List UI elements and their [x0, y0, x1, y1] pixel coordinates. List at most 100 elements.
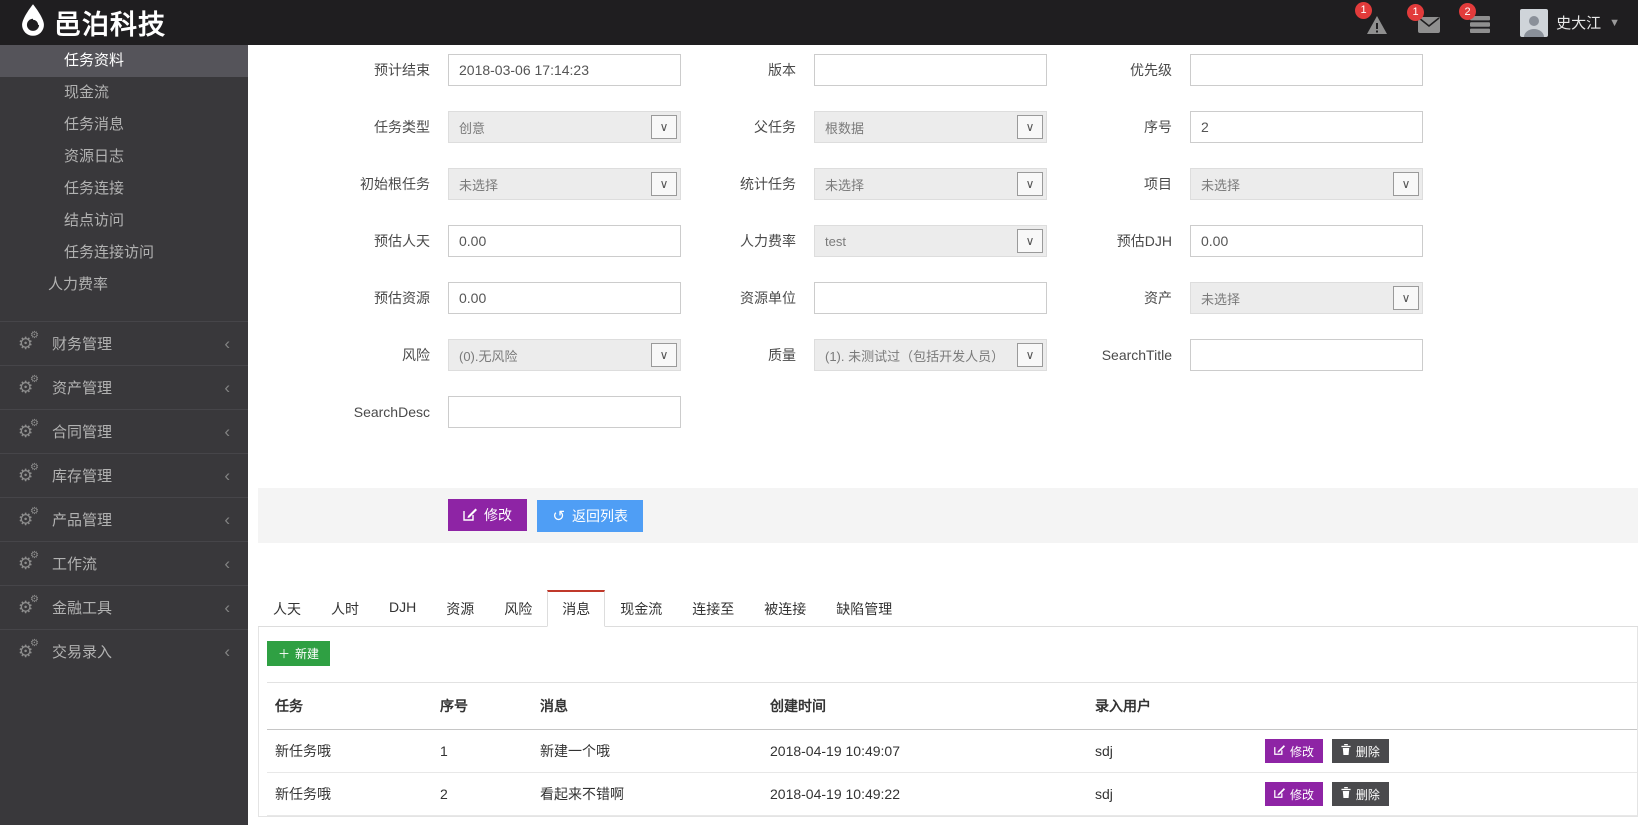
tasks-button[interactable]: 2	[1470, 12, 1490, 33]
priority-input[interactable]	[1190, 54, 1423, 86]
alerts-button[interactable]: 1	[1366, 11, 1388, 35]
new-message-button[interactable]: ＋ 新建	[267, 641, 330, 666]
tab-messages[interactable]: 消息	[547, 590, 605, 627]
sidebar-item-cash-flow[interactable]: 现金流	[0, 77, 248, 109]
sidebar: 任务资料 现金流 任务消息 资源日志 任务连接 结点访问 任务连接访问 人力费率…	[0, 45, 248, 825]
sidebar-section-products[interactable]: ⚙⚙ 产品管理 ‹	[0, 497, 248, 541]
tab-defect-management[interactable]: 缺陷管理	[821, 590, 907, 627]
warning-icon	[1366, 15, 1388, 35]
chevron-down-icon: ∨	[1017, 115, 1043, 139]
tab-resources[interactable]: 资源	[431, 590, 489, 627]
edit-icon	[1274, 744, 1285, 758]
field-label: 项目	[1065, 174, 1172, 194]
messages-button[interactable]: 1	[1418, 13, 1440, 33]
project-select[interactable]: 未选择 ∨	[1190, 168, 1423, 200]
sidebar-section-workflow[interactable]: ⚙⚙ 工作流 ‹	[0, 541, 248, 585]
row-edit-button[interactable]: 修改	[1265, 739, 1323, 763]
risk-select[interactable]: (0).无风险 ∨	[448, 339, 681, 371]
sidebar-item-task-messages[interactable]: 任务消息	[0, 109, 248, 141]
logo-icon	[18, 3, 48, 42]
tab-person-hours[interactable]: 人时	[316, 590, 374, 627]
gears-icon: ⚙⚙	[18, 379, 40, 397]
chevron-down-icon: ∨	[1017, 172, 1043, 196]
field-label: 预估资源	[258, 288, 430, 308]
column-header-user: 录入用户	[1087, 683, 1257, 730]
sidebar-section-financial-tools[interactable]: ⚙⚙ 金融工具 ‹	[0, 585, 248, 629]
estimated-days-input[interactable]	[448, 225, 681, 257]
search-desc-input[interactable]	[448, 396, 681, 428]
gears-icon: ⚙⚙	[18, 511, 40, 529]
cell-user: sdj	[1087, 730, 1257, 773]
cell-actions: 修改 删除	[1257, 730, 1637, 773]
detail-tabs: 人天 人时 DJH 资源 风险 消息 现金流 连接至 被连接 缺陷管理	[258, 590, 1638, 627]
user-menu[interactable]: 史大江 ▼	[1520, 9, 1620, 37]
sidebar-section-assets[interactable]: ⚙⚙ 资产管理 ‹	[0, 365, 248, 409]
row-delete-button[interactable]: 删除	[1332, 782, 1389, 806]
sidebar-section-trade-entry[interactable]: ⚙⚙ 交易录入 ‹	[0, 629, 248, 673]
sidebar-item-labor-rate[interactable]: 人力费率	[0, 269, 248, 301]
cell-message: 看起来不错啊	[532, 773, 762, 816]
back-to-list-button[interactable]: ↺ 返回列表	[537, 500, 643, 532]
stats-task-select[interactable]: 未选择 ∨	[814, 168, 1047, 200]
cell-actions: 修改 删除	[1257, 773, 1637, 816]
alerts-badge: 1	[1355, 2, 1372, 19]
tab-link-to[interactable]: 连接至	[677, 590, 749, 627]
messages-badge: 1	[1407, 4, 1424, 21]
resource-unit-input[interactable]	[814, 282, 1047, 314]
sidebar-section-inventory[interactable]: ⚙⚙ 库存管理 ‹	[0, 453, 248, 497]
sidebar-gap	[0, 301, 248, 321]
sidebar-item-resource-log[interactable]: 资源日志	[0, 141, 248, 173]
gears-icon: ⚙⚙	[18, 423, 40, 441]
sidebar-item-task-links[interactable]: 任务连接	[0, 173, 248, 205]
tab-linked-from[interactable]: 被连接	[749, 590, 821, 627]
sidebar-item-node-access[interactable]: 结点访问	[0, 205, 248, 237]
quality-select[interactable]: (1). 未测试过（包括开发人员） ∨	[814, 339, 1047, 371]
estimated-djh-input[interactable]	[1190, 225, 1423, 257]
labor-rate-select[interactable]: test ∨	[814, 225, 1047, 257]
column-header-created: 创建时间	[762, 683, 1087, 730]
gears-icon: ⚙⚙	[18, 555, 40, 573]
estimated-resource-input[interactable]	[448, 282, 681, 314]
task-type-select[interactable]: 创意 ∨	[448, 111, 681, 143]
edit-icon	[1274, 787, 1285, 801]
field-label: 质量	[699, 345, 796, 365]
version-input[interactable]	[814, 54, 1047, 86]
messages-panel: ＋ 新建 任务 序号 消息 创建时间 录入用户 新任务哦 1 新建一个哦	[258, 627, 1638, 817]
chevron-left-icon: ‹	[224, 423, 230, 440]
tab-person-days[interactable]: 人天	[258, 590, 316, 627]
sidebar-item-task-data[interactable]: 任务资料	[0, 45, 248, 77]
app-logo[interactable]: 邑泊科技	[18, 3, 166, 42]
tab-risk[interactable]: 风险	[489, 590, 547, 627]
initial-root-task-select[interactable]: 未选择 ∨	[448, 168, 681, 200]
chevron-left-icon: ‹	[224, 599, 230, 616]
sidebar-section-finance[interactable]: ⚙⚙ 财务管理 ‹	[0, 321, 248, 365]
tab-djh[interactable]: DJH	[374, 590, 431, 627]
mail-icon	[1418, 17, 1440, 33]
asset-select[interactable]: 未选择 ∨	[1190, 282, 1423, 314]
sidebar-section-contracts[interactable]: ⚙⚙ 合同管理 ‹	[0, 409, 248, 453]
cell-created: 2018-04-19 10:49:07	[762, 730, 1087, 773]
row-delete-button[interactable]: 删除	[1332, 739, 1389, 763]
sidebar-item-task-link-access[interactable]: 任务连接访问	[0, 237, 248, 269]
trash-icon	[1341, 787, 1351, 801]
tasks-badge: 2	[1459, 3, 1476, 20]
cell-created: 2018-04-19 10:49:22	[762, 773, 1087, 816]
sequence-input[interactable]	[1190, 111, 1423, 143]
table-row: 新任务哦 1 新建一个哦 2018-04-19 10:49:07 sdj 修改 …	[267, 730, 1637, 773]
chevron-down-icon: ▼	[1609, 17, 1620, 29]
chevron-down-icon: ∨	[1017, 343, 1043, 367]
avatar	[1520, 9, 1548, 37]
search-title-input[interactable]	[1190, 339, 1423, 371]
return-icon: ↺	[552, 509, 565, 524]
tab-cash-flow[interactable]: 现金流	[605, 590, 677, 627]
row-edit-button[interactable]: 修改	[1265, 782, 1323, 806]
field-label: 任务类型	[258, 117, 430, 137]
planned-end-input[interactable]	[448, 54, 681, 86]
gears-icon: ⚙⚙	[18, 467, 40, 485]
gears-icon: ⚙⚙	[18, 599, 40, 617]
parent-task-select[interactable]: 根数据 ∨	[814, 111, 1047, 143]
field-label: 优先级	[1065, 60, 1172, 80]
edit-button[interactable]: 修改	[448, 499, 527, 531]
field-label: 风险	[258, 345, 430, 365]
field-label: 统计任务	[699, 174, 796, 194]
